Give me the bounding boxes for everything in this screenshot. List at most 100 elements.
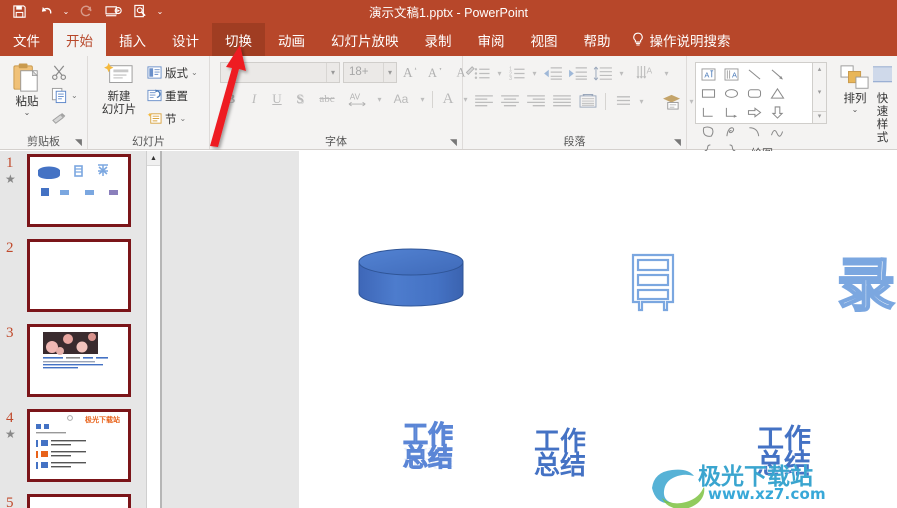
gallery-scroll-down[interactable]: ▾ bbox=[818, 88, 822, 97]
oval-shape[interactable] bbox=[720, 84, 743, 103]
tab-slideshow[interactable]: 幻灯片放映 bbox=[318, 23, 412, 56]
tab-file[interactable]: 文件 bbox=[0, 23, 53, 56]
tab-view[interactable]: 视图 bbox=[518, 23, 571, 56]
align-text-caret[interactable]: ▾ bbox=[636, 90, 647, 112]
font-dialog-launcher[interactable]: ◥ bbox=[449, 138, 458, 147]
line-spacing-caret[interactable]: ▾ bbox=[616, 62, 627, 84]
thumbnail-frame[interactable]: 极光下载站 bbox=[27, 409, 131, 482]
increase-font-size-button[interactable]: A bbox=[400, 61, 422, 83]
vertical-text-box-shape[interactable]: A bbox=[720, 65, 743, 84]
font-name-caret[interactable]: ▾ bbox=[325, 62, 337, 82]
copy-dropdown-caret[interactable]: ⌄ bbox=[71, 91, 78, 100]
undo-icon[interactable] bbox=[33, 1, 59, 22]
start-slideshow-icon[interactable] bbox=[100, 1, 126, 22]
line-spacing-button[interactable] bbox=[591, 62, 615, 84]
align-left-button[interactable] bbox=[471, 90, 496, 112]
pac-shape[interactable] bbox=[697, 122, 720, 141]
tab-home[interactable]: 开始 bbox=[53, 23, 106, 56]
format-painter-button[interactable] bbox=[49, 108, 80, 129]
section-dropdown-caret[interactable]: ⌄ bbox=[180, 114, 187, 123]
change-case-button[interactable]: Aa bbox=[386, 88, 416, 110]
redo-icon[interactable] bbox=[73, 1, 99, 22]
shapes-gallery-scrollbar[interactable]: ▴ ▾ ▾ bbox=[813, 62, 827, 124]
tell-me-search[interactable]: 操作说明搜索 bbox=[624, 23, 741, 56]
layout-dropdown-caret[interactable]: ⌄ bbox=[191, 68, 198, 77]
bookshelf-icon-shape[interactable] bbox=[629, 252, 677, 314]
character-spacing-button[interactable]: AV bbox=[343, 88, 373, 110]
bullets-caret[interactable]: ▾ bbox=[494, 62, 505, 84]
font-name-combobox[interactable]: ▾ bbox=[220, 61, 340, 83]
tab-design[interactable]: 设计 bbox=[159, 23, 212, 56]
align-right-button[interactable] bbox=[523, 90, 548, 112]
arrange-dropdown-caret[interactable]: ⌄ bbox=[852, 106, 859, 114]
text-direction-caret[interactable]: ▾ bbox=[661, 62, 672, 84]
print-preview-icon[interactable] bbox=[127, 1, 153, 22]
font-size-combobox[interactable]: 18+ ▾ bbox=[343, 61, 397, 83]
tab-transitions[interactable]: 切换 bbox=[212, 23, 265, 56]
justify-button[interactable] bbox=[549, 90, 574, 112]
tab-record[interactable]: 录制 bbox=[412, 23, 465, 56]
quick-styles-button[interactable]: 快速样式 bbox=[873, 62, 892, 145]
thumbnail-frame[interactable] bbox=[27, 494, 131, 508]
bullets-button[interactable] bbox=[471, 62, 493, 84]
columns-button[interactable] bbox=[575, 90, 600, 112]
cylinder-shape[interactable] bbox=[357, 248, 465, 308]
arrange-button[interactable]: 排列 ⌄ bbox=[839, 62, 871, 114]
save-icon[interactable] bbox=[6, 1, 32, 22]
thumbnail-slide-5[interactable]: 5 bbox=[0, 491, 146, 508]
thumbnail-slide-4[interactable]: 4 ★ 极光下载站 bbox=[0, 406, 146, 491]
thumbnail-slide-1[interactable]: 1 ★ bbox=[0, 151, 146, 236]
paragraph-dialog-launcher[interactable]: ◥ bbox=[673, 138, 682, 147]
thumbnail-frame[interactable] bbox=[27, 239, 131, 312]
font-size-caret[interactable]: ▾ bbox=[382, 62, 394, 82]
copy-button[interactable]: ⌄ bbox=[49, 85, 80, 106]
scroll-up-arrow-icon[interactable]: ▲ bbox=[147, 151, 160, 166]
tab-animations[interactable]: 动画 bbox=[265, 23, 318, 56]
paste-button[interactable]: 粘贴 ⌄ bbox=[5, 60, 49, 117]
reset-button[interactable]: 重置 bbox=[145, 85, 200, 106]
layout-button[interactable]: 版式 ⌄ bbox=[145, 62, 200, 83]
pane-splitter[interactable] bbox=[160, 151, 162, 508]
section-button[interactable]: 节 ⌄ bbox=[145, 108, 200, 129]
current-slide[interactable]: 录 工作 总结 工作 总结 工作 总结 工作 总结 bbox=[299, 151, 897, 508]
decrease-indent-button[interactable] bbox=[541, 62, 565, 84]
thumbnail-slide-2[interactable]: 2 bbox=[0, 236, 146, 321]
slide-thumbnail-pane[interactable]: 1 ★ 2 3 4 ★ 极光下载站 5 bbox=[0, 151, 146, 508]
gallery-more[interactable]: ▾ bbox=[813, 111, 826, 121]
text-direction-button[interactable]: A bbox=[634, 62, 660, 84]
cut-button[interactable] bbox=[49, 62, 80, 83]
clipboard-dialog-launcher[interactable]: ◥ bbox=[74, 138, 83, 147]
thumbnail-frame[interactable] bbox=[27, 324, 131, 397]
font-color-button[interactable]: A bbox=[437, 88, 459, 110]
thumbnail-slide-3[interactable]: 3 bbox=[0, 321, 146, 406]
text-shadow-button[interactable]: S bbox=[289, 88, 311, 110]
thumbnail-frame[interactable] bbox=[27, 154, 131, 227]
freeform-shape[interactable] bbox=[720, 122, 743, 141]
customize-qat-caret[interactable]: ⌄ bbox=[154, 1, 166, 22]
rectangle-shape[interactable] bbox=[697, 84, 720, 103]
shapes-gallery[interactable]: A A bbox=[695, 62, 813, 157]
align-text-button[interactable] bbox=[611, 90, 635, 112]
bold-button[interactable]: B bbox=[220, 88, 242, 110]
decrease-font-size-button[interactable]: A bbox=[425, 61, 447, 83]
new-slide-button[interactable]: 新建 幻灯片 bbox=[93, 60, 145, 117]
undo-dropdown-caret[interactable]: ⌄ bbox=[60, 1, 72, 22]
wordart-large-text[interactable]: 工作 总结 bbox=[757, 426, 811, 478]
tab-review[interactable]: 审阅 bbox=[465, 23, 518, 56]
record-character-shape[interactable]: 录 bbox=[835, 250, 897, 320]
wordart-plain-text[interactable]: 工作 总结 bbox=[534, 429, 586, 479]
strikethrough-button[interactable]: abc bbox=[312, 88, 342, 110]
triangle-shape[interactable] bbox=[766, 84, 789, 103]
paste-dropdown-caret[interactable]: ⌄ bbox=[24, 109, 31, 117]
curve-shape[interactable] bbox=[766, 122, 789, 141]
change-case-caret[interactable]: ▾ bbox=[417, 88, 428, 110]
arrow-line-shape[interactable] bbox=[766, 65, 789, 84]
elbow-arrow-shape[interactable] bbox=[720, 103, 743, 122]
arc-shape[interactable] bbox=[743, 122, 766, 141]
underline-button[interactable]: U bbox=[266, 88, 288, 110]
tab-insert[interactable]: 插入 bbox=[106, 23, 159, 56]
wordart-reflected-text[interactable]: 工作 总结 bbox=[402, 422, 453, 471]
rounded-rectangle-shape[interactable] bbox=[743, 84, 766, 103]
gallery-scroll-up[interactable]: ▴ bbox=[818, 65, 822, 74]
numbering-caret[interactable]: ▾ bbox=[529, 62, 540, 84]
